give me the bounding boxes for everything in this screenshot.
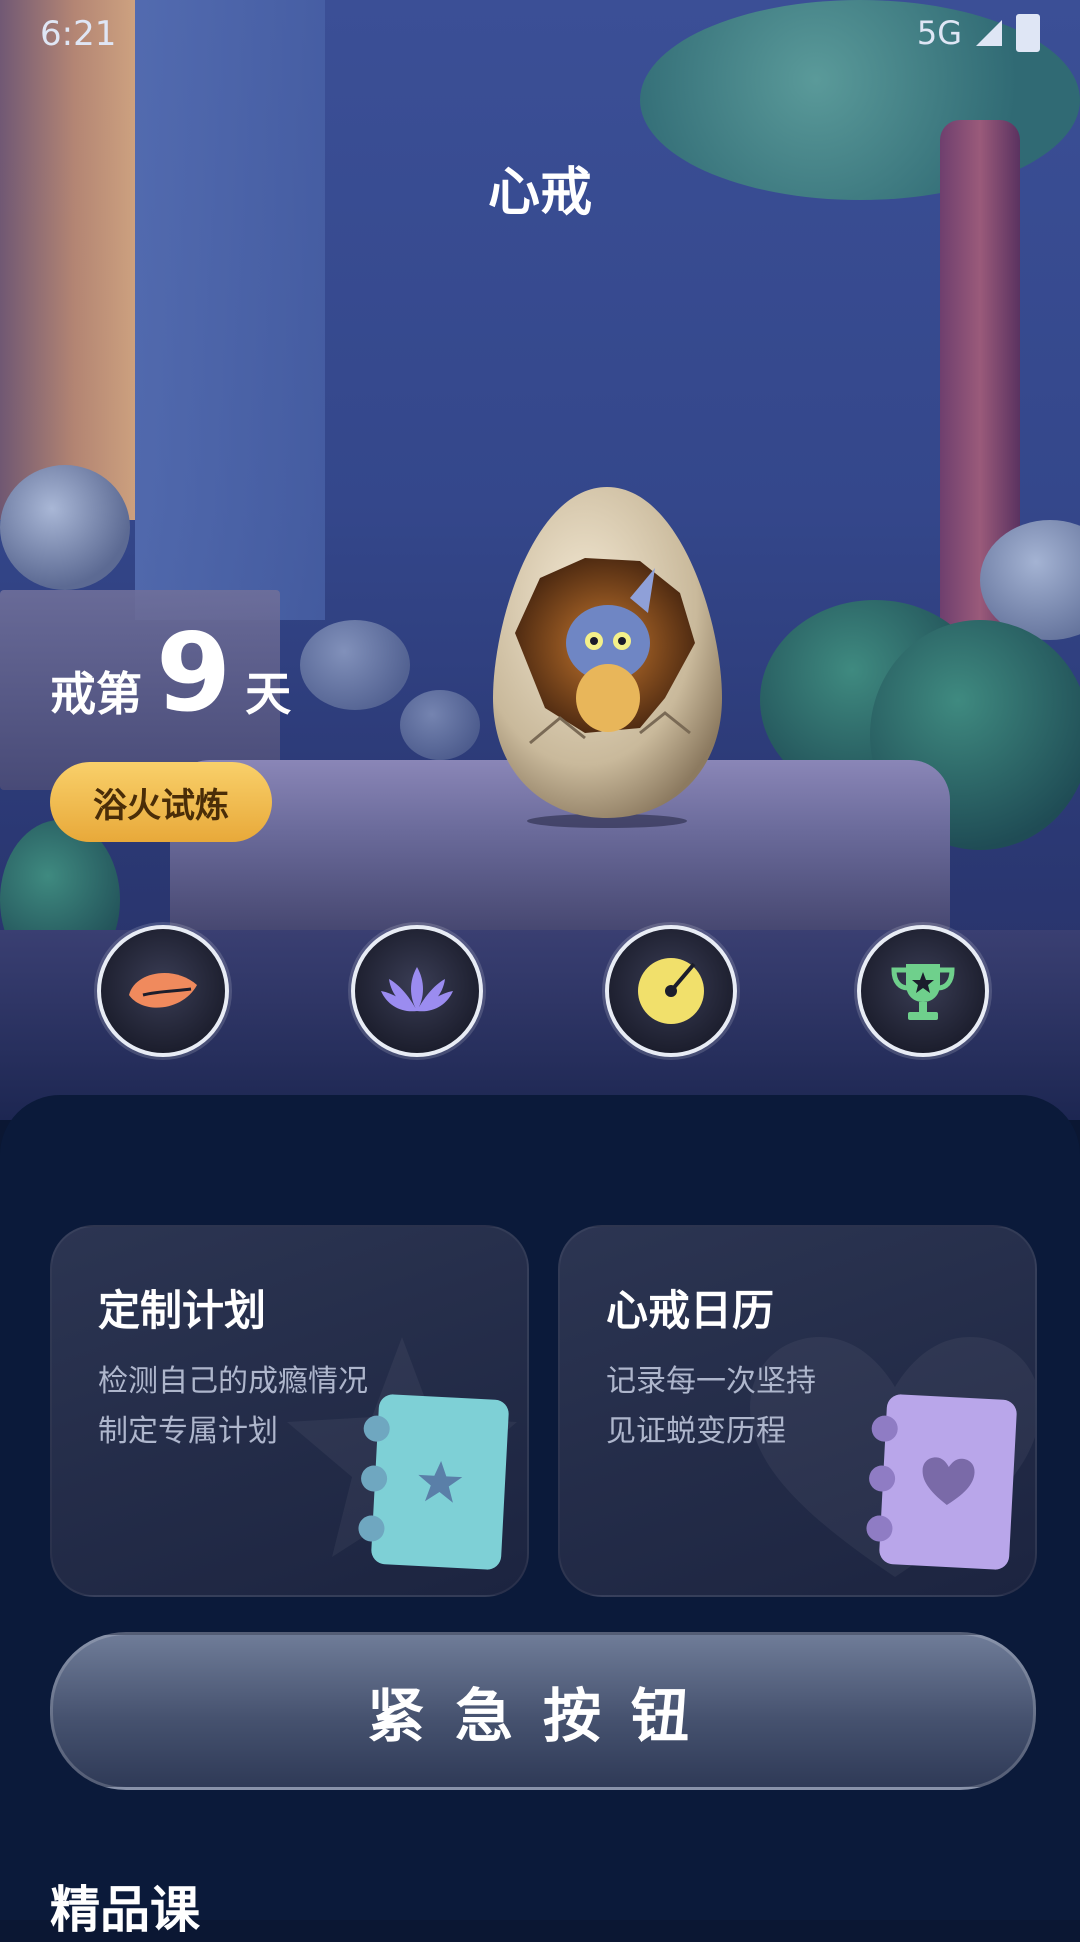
status-icons: 5G <box>917 14 1040 52</box>
card-title: 定制计划 <box>98 1286 267 1335</box>
stone-orb <box>0 465 130 590</box>
day-prefix: 戒第 <box>50 667 142 721</box>
card-description: 检测自己的成瘾情况 制定专属计划 <box>98 1357 368 1457</box>
trophy-icon <box>857 925 989 1057</box>
status-time: 6:21 <box>40 14 117 54</box>
dragon-egg-icon[interactable] <box>490 483 725 828</box>
abstinence-day-counter: 戒第 9 天 <box>50 620 291 728</box>
signal-icon <box>976 20 1002 46</box>
battery-icon <box>1016 14 1040 52</box>
day-count: 9 <box>156 611 232 736</box>
heart-notebook-icon <box>865 1393 1018 1571</box>
card-desc-line: 检测自己的成瘾情况 <box>98 1364 368 1399</box>
star-notebook-icon <box>357 1393 510 1571</box>
wooden-fish-icon <box>97 925 229 1057</box>
card-description: 记录每一次坚持 见证蜕变历程 <box>606 1357 816 1457</box>
lotus-icon <box>351 925 483 1057</box>
glowing-pillar <box>0 0 135 520</box>
day-suffix: 天 <box>245 667 292 721</box>
emergency-button[interactable]: 紧急按钮 <box>50 1632 1036 1790</box>
custom-plan-card[interactable]: 定制计划 检测自己的成瘾情况 制定专属计划 <box>50 1225 529 1597</box>
calendar-card[interactable]: 心戒日历 记录每一次坚持 见证蜕变历程 <box>558 1225 1037 1597</box>
card-desc-line: 见证蜕变历程 <box>606 1414 786 1449</box>
card-desc-line: 制定专属计划 <box>98 1414 278 1449</box>
page-title: 心戒 <box>487 163 592 223</box>
rock <box>400 690 480 760</box>
section-title: 精品课 <box>50 1881 200 1939</box>
status-bar: 6:21 5G <box>0 0 1080 68</box>
target-disc-icon <box>605 925 737 1057</box>
rock <box>300 620 410 710</box>
level-badge-button[interactable]: 浴火试炼 <box>50 762 272 842</box>
network-label: 5G <box>916 14 962 52</box>
card-desc-line: 记录每一次坚持 <box>606 1364 816 1399</box>
card-title: 心戒日历 <box>606 1286 775 1335</box>
stone-pillar <box>135 0 325 620</box>
